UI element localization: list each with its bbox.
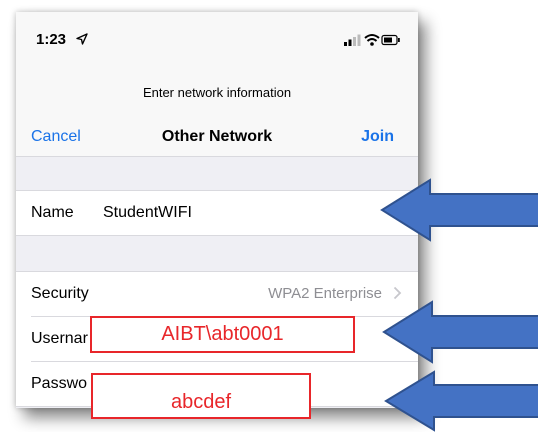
status-time: 1:23 [36,31,67,48]
status-bar: 1:23 [16,12,418,58]
security-row[interactable]: Security WPA2 Enterprise [16,272,418,316]
username-label: Usernar [31,330,88,347]
password-annotation: abcdef [91,373,311,419]
arrow-left-icon [384,370,538,432]
security-label: Security [31,285,89,302]
name-group: Name StudentWIFI [16,190,418,236]
join-button[interactable]: Join [361,128,394,146]
status-icons [344,34,400,46]
arrow-left-icon [380,178,538,242]
battery-icon [381,34,400,46]
location-arrow-icon [76,33,88,45]
name-label: Name [31,204,74,221]
cellular-signal-icon [344,34,361,46]
cancel-button[interactable]: Cancel [31,128,81,146]
arrow-left-icon [382,300,538,364]
username-annotation: AIBT\abt0001 [90,316,355,353]
chevron-right-icon [393,286,402,300]
prompt-text: Enter network information [142,85,292,100]
security-value: WPA2 Enterprise [268,285,382,302]
wifi-icon [364,34,380,46]
name-field[interactable]: StudentWIFI [103,204,192,222]
password-label: Passwo [31,375,88,392]
navigation-bar: Enter network information Other Network … [16,58,418,157]
name-row[interactable]: Name StudentWIFI [16,191,418,235]
